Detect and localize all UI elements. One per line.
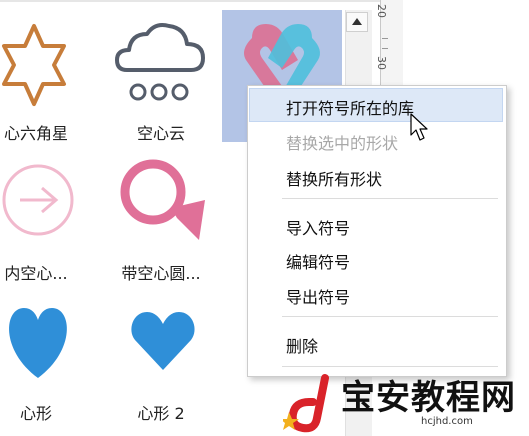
- tile-circle-with-arrow[interactable]: 带空心圆...: [105, 150, 217, 290]
- hexagram-outline-icon: [2, 24, 66, 106]
- menu-item-replace-selected[interactable]: 替换选中的形状: [286, 130, 398, 154]
- tile-label: 内空心...: [4, 264, 68, 283]
- context-menu: 打开符号所在的库 替换选中的形状 替换所有形状 导入符号 编辑符号 导出符号 删…: [247, 85, 507, 377]
- tile-hexagram[interactable]: 心六角星: [0, 10, 92, 150]
- heart-icon: [9, 308, 67, 378]
- watermark: 宝安教程网 hcjhd.com: [283, 372, 529, 436]
- watermark-text: 宝安教程网: [341, 378, 516, 418]
- heart-2-icon: [131, 312, 195, 370]
- mouse-cursor-icon: [410, 113, 428, 141]
- circle-arrow-icon: [2, 164, 74, 236]
- tile-label: 心六角星: [3, 124, 68, 143]
- scroll-up-button[interactable]: [346, 12, 368, 32]
- ruler-label: 30: [375, 56, 388, 70]
- snow-cloud-icon: [115, 23, 205, 101]
- ruler-tick: [382, 48, 388, 49]
- menu-item-export[interactable]: 导出符号: [286, 284, 350, 308]
- circle-with-arrow-icon: [120, 159, 205, 240]
- menu-separator: [282, 366, 498, 367]
- menu-item-replace-all[interactable]: 替换所有形状: [286, 166, 382, 190]
- tile-snow-cloud[interactable]: 空心云: [105, 10, 217, 150]
- menu-item-delete[interactable]: 删除: [286, 333, 318, 357]
- tile-label: 心形 2: [137, 404, 185, 423]
- menu-item-edit[interactable]: 编辑符号: [286, 249, 350, 273]
- menu-item-open-library[interactable]: 打开符号所在的库: [286, 95, 414, 119]
- tile-label: 空心云: [136, 124, 185, 143]
- menu-item-import[interactable]: 导入符号: [286, 215, 350, 239]
- watermark-logo-icon: [283, 374, 329, 433]
- watermark-url: hcjhd.com: [421, 416, 473, 427]
- tile-label: 带空心圆...: [121, 264, 201, 283]
- ruler-label: 20: [375, 4, 388, 18]
- tile-circle-arrow[interactable]: 内空心...: [0, 150, 92, 290]
- tile-heart[interactable]: 心形: [0, 290, 92, 430]
- menu-separator: [282, 316, 498, 317]
- tile-heart-2[interactable]: 心形 2: [105, 290, 217, 430]
- ruler-tick: [382, 38, 388, 39]
- tile-label: 心形: [19, 404, 52, 423]
- menu-separator: [282, 198, 498, 199]
